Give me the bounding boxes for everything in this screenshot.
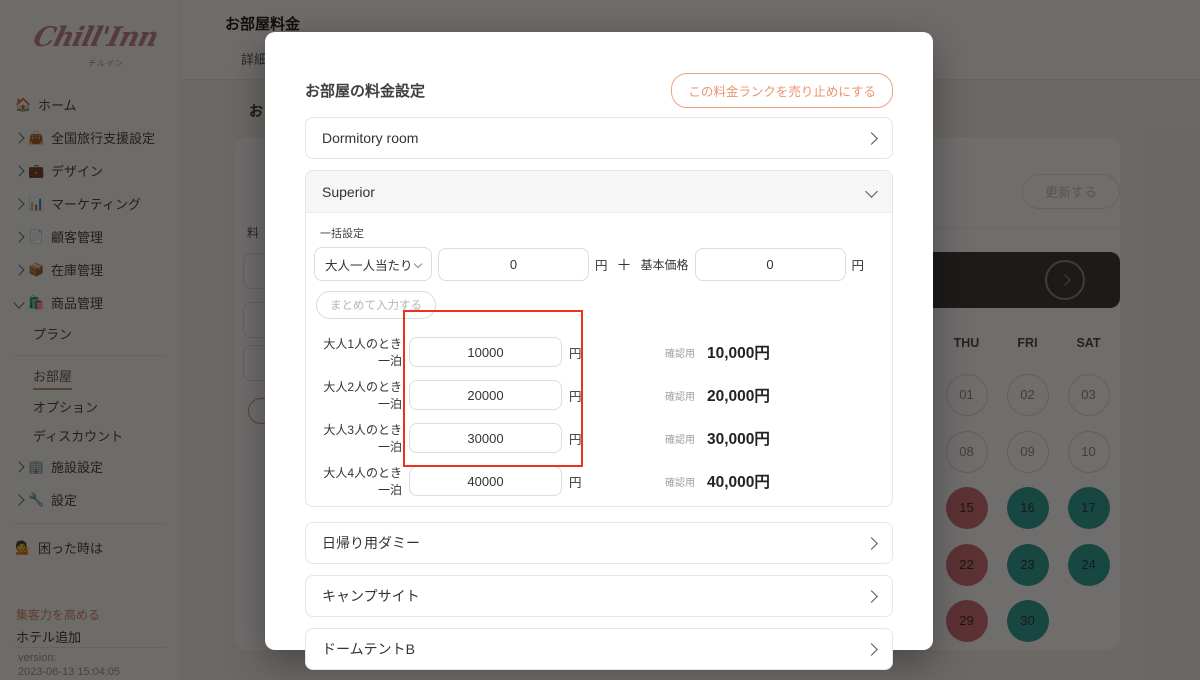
accordion-superior-header[interactable]: Superior (306, 171, 892, 213)
confirm-value: 20,000円 (707, 384, 770, 406)
bulk-amount-input[interactable] (438, 248, 589, 281)
confirm-label: 確認用 (665, 431, 695, 446)
confirm-value: 30,000円 (707, 427, 770, 449)
price-row-1-adult: 大人1人のとき一泊 円 確認用 10,000円 (314, 335, 884, 369)
price-row-4-adults: 大人4人のとき一泊 円 確認用 40,000円 (314, 464, 884, 498)
accordion-dome-tent-b[interactable]: ドームテントB (305, 628, 893, 670)
price-row-label: 大人3人のとき一泊 (314, 421, 402, 455)
modal-title: お部屋の料金設定 (305, 80, 425, 101)
price-input-2-adults[interactable] (409, 380, 562, 410)
yen-label: 円 (569, 386, 582, 405)
accordion-label: Superior (322, 184, 375, 200)
chevron-right-icon (865, 537, 878, 550)
stop-sale-button[interactable]: この料金ランクを売り止めにする (671, 73, 893, 108)
accordion-dormitory-room[interactable]: Dormitory room (305, 117, 893, 159)
bulk-setting-label: 一括設定 (320, 225, 884, 241)
yen-label: 円 (569, 429, 582, 448)
app-root: Chill'Inn チルイン 🏠 ホーム 👜 全国旅行支援設定 💼 デザイン 📊… (0, 0, 1200, 680)
chevron-right-icon (865, 590, 878, 603)
confirm-value: 40,000円 (707, 470, 770, 492)
price-row-label: 大人4人のとき一泊 (314, 464, 402, 498)
plus-sign: ＋ (617, 254, 632, 275)
price-input-3-adults[interactable] (409, 423, 562, 453)
yen-label: 円 (852, 255, 865, 274)
confirm-block: 確認用 30,000円 (665, 427, 884, 449)
price-row-label: 大人2人のとき一泊 (314, 378, 402, 412)
confirm-block: 確認用 10,000円 (665, 341, 884, 363)
confirm-value: 10,000円 (707, 341, 770, 363)
price-row-3-adults: 大人3人のとき一泊 円 確認用 30,000円 (314, 421, 884, 455)
batch-fill-button[interactable]: まとめて入力する (316, 291, 436, 319)
yen-label: 円 (569, 343, 582, 362)
confirm-block: 確認用 40,000円 (665, 470, 884, 492)
price-row-label: 大人1人のとき一泊 (314, 335, 402, 369)
per-adult-select[interactable]: 大人一人当たり (314, 247, 432, 281)
price-input-4-adults[interactable] (409, 466, 562, 496)
base-price-input[interactable] (695, 248, 846, 281)
yen-label: 円 (595, 255, 608, 274)
price-input-1-adult[interactable] (409, 337, 562, 367)
yen-label: 円 (569, 472, 582, 491)
confirm-label: 確認用 (665, 474, 695, 489)
modal-header: お部屋の料金設定 この料金ランクを売り止めにする (305, 76, 893, 104)
price-row-2-adults: 大人2人のとき一泊 円 確認用 20,000円 (314, 378, 884, 412)
chevron-right-icon (865, 643, 878, 656)
confirm-label: 確認用 (665, 345, 695, 360)
confirm-block: 確認用 20,000円 (665, 384, 884, 406)
rate-settings-modal: お部屋の料金設定 この料金ランクを売り止めにする Dormitory room … (265, 32, 933, 650)
accordion-label: 日帰り用ダミー (322, 533, 420, 553)
bulk-setting-row: 大人一人当たり 円 ＋ 基本価格 円 (314, 247, 884, 281)
accordion-label: キャンプサイト (322, 586, 420, 606)
accordion-campsite[interactable]: キャンプサイト (305, 575, 893, 617)
confirm-label: 確認用 (665, 388, 695, 403)
superior-body: 一括設定 大人一人当たり 円 ＋ 基本価格 円 まとめて入力する 大人1人のとき… (306, 213, 892, 506)
select-value: 大人一人当たり (325, 255, 413, 274)
base-price-label: 基本価格 (641, 256, 689, 273)
accordion-label: Dormitory room (322, 130, 418, 146)
chevron-right-icon (865, 132, 878, 145)
accordion-day-use-dummy[interactable]: 日帰り用ダミー (305, 522, 893, 564)
accordion-superior-expanded: Superior 一括設定 大人一人当たり 円 ＋ 基本価格 円 ま (305, 170, 893, 507)
chevron-down-icon (414, 260, 422, 268)
accordion-label: ドームテントB (322, 639, 415, 659)
chevron-down-icon (865, 185, 878, 198)
